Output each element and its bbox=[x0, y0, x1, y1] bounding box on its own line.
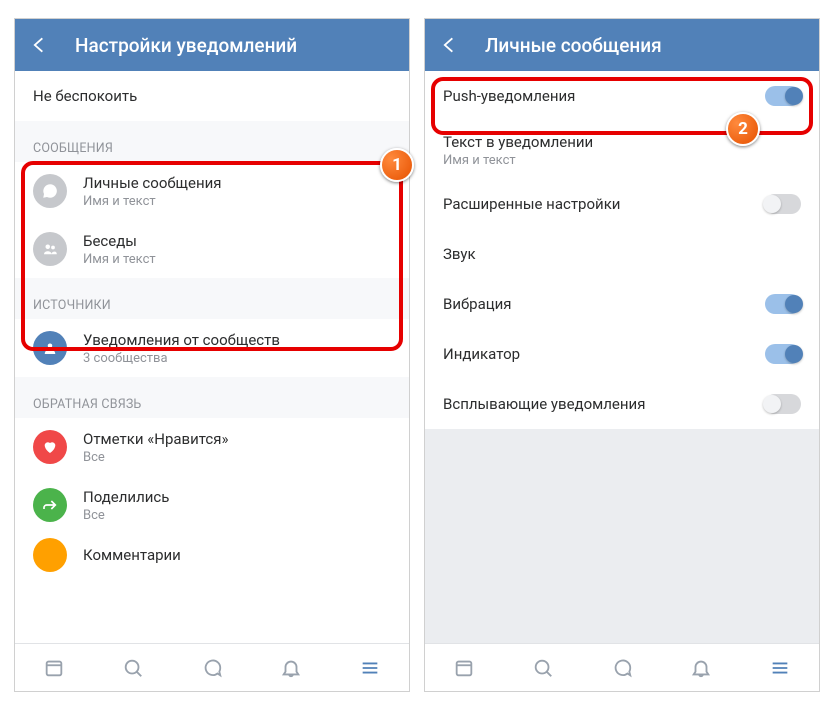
advanced-settings-row[interactable]: Расширенные настройки bbox=[425, 179, 819, 229]
likes-sub: Все bbox=[83, 450, 391, 465]
vibration-row[interactable]: Вибрация bbox=[425, 279, 819, 329]
settings-list: Не беспокоить СООБЩЕНИЯ Личные сообщения… bbox=[15, 71, 409, 643]
section-sources-label: ИСТОЧНИКИ bbox=[15, 278, 409, 319]
nav-news-icon[interactable] bbox=[452, 656, 476, 680]
share-icon bbox=[33, 488, 67, 522]
indicator-row[interactable]: Индикатор bbox=[425, 329, 819, 379]
vibration-label: Вибрация bbox=[443, 295, 765, 313]
indicator-label: Индикатор bbox=[443, 345, 765, 363]
private-messages-label: Личные сообщения bbox=[83, 174, 391, 192]
push-label: Push-уведомления bbox=[443, 87, 765, 105]
indicator-toggle[interactable] bbox=[765, 344, 801, 364]
settings-list: Push-уведомления Текст в уведомлении Имя… bbox=[425, 71, 819, 643]
shares-sub: Все bbox=[83, 508, 391, 523]
sound-row[interactable]: Звук bbox=[425, 229, 819, 279]
nav-notifications-icon[interactable] bbox=[279, 656, 303, 680]
popup-toggle[interactable] bbox=[765, 394, 801, 414]
chats-label: Беседы bbox=[83, 232, 391, 250]
text-in-notification-sub: Имя и текст bbox=[443, 153, 801, 168]
sound-label: Звук bbox=[443, 245, 801, 263]
heart-icon bbox=[33, 430, 67, 464]
header: Личные сообщения bbox=[425, 19, 819, 71]
message-icon bbox=[33, 174, 67, 208]
vibration-toggle[interactable] bbox=[765, 294, 801, 314]
community-notifications-label: Уведомления от сообществ bbox=[83, 331, 391, 349]
empty-area bbox=[425, 429, 819, 643]
bottom-nav bbox=[425, 643, 819, 691]
screen-notification-settings: Настройки уведомлений Не беспокоить СООБ… bbox=[14, 18, 410, 692]
page-title: Личные сообщения bbox=[485, 34, 662, 57]
likes-row[interactable]: Отметки «Нравится» Все bbox=[15, 418, 409, 476]
shares-row[interactable]: Поделились Все bbox=[15, 476, 409, 534]
do-not-disturb-row[interactable]: Не беспокоить bbox=[15, 71, 409, 121]
community-icon bbox=[33, 331, 67, 365]
section-feedback-label: ОБРАТНАЯ СВЯЗЬ bbox=[15, 377, 409, 418]
back-icon[interactable] bbox=[29, 34, 51, 56]
nav-messages-icon[interactable] bbox=[200, 656, 224, 680]
shares-label: Поделились bbox=[83, 488, 391, 506]
community-notifications-sub: 3 сообщества bbox=[83, 351, 391, 366]
comments-label: Комментарии bbox=[83, 546, 391, 564]
private-messages-sub: Имя и текст bbox=[83, 194, 391, 209]
section-messages-label: СООБЩЕНИЯ bbox=[15, 121, 409, 162]
chats-row[interactable]: Беседы Имя и текст bbox=[15, 220, 409, 278]
screen-private-messages: Личные сообщения Push-уведомления Текст … bbox=[424, 18, 820, 692]
chats-sub: Имя и текст bbox=[83, 252, 391, 267]
nav-search-icon[interactable] bbox=[121, 656, 145, 680]
step-badge-2: 2 bbox=[726, 112, 760, 146]
likes-label: Отметки «Нравится» bbox=[83, 430, 391, 448]
nav-menu-icon[interactable] bbox=[768, 656, 792, 680]
community-notifications-row[interactable]: Уведомления от сообществ 3 сообщества bbox=[15, 319, 409, 377]
page-title: Настройки уведомлений bbox=[75, 34, 297, 57]
popup-label: Всплывающие уведомления bbox=[443, 395, 765, 413]
push-toggle[interactable] bbox=[765, 86, 801, 106]
advanced-settings-label: Расширенные настройки bbox=[443, 195, 765, 213]
do-not-disturb-label: Не беспокоить bbox=[33, 87, 391, 105]
nav-search-icon[interactable] bbox=[531, 656, 555, 680]
nav-menu-icon[interactable] bbox=[358, 656, 382, 680]
back-icon[interactable] bbox=[439, 34, 461, 56]
nav-news-icon[interactable] bbox=[42, 656, 66, 680]
group-icon bbox=[33, 232, 67, 266]
nav-notifications-icon[interactable] bbox=[689, 656, 713, 680]
popup-row[interactable]: Всплывающие уведомления bbox=[425, 379, 819, 429]
header: Настройки уведомлений bbox=[15, 19, 409, 71]
step-badge-1: 1 bbox=[380, 148, 414, 182]
advanced-toggle[interactable] bbox=[765, 194, 801, 214]
comment-icon bbox=[33, 538, 67, 572]
private-messages-row[interactable]: Личные сообщения Имя и текст bbox=[15, 162, 409, 220]
comments-row[interactable]: Комментарии bbox=[15, 534, 409, 572]
bottom-nav bbox=[15, 643, 409, 691]
nav-messages-icon[interactable] bbox=[610, 656, 634, 680]
push-row[interactable]: Push-уведомления bbox=[425, 71, 819, 121]
